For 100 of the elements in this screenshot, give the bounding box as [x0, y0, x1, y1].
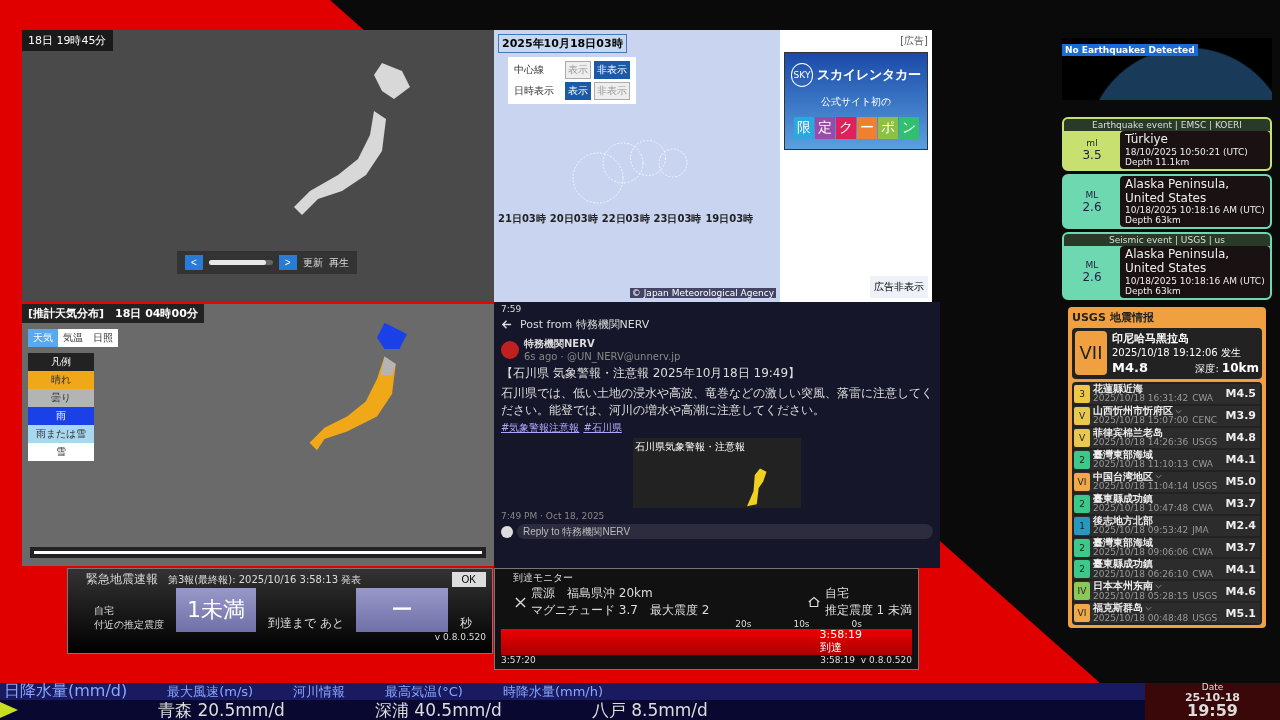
- map-time: 18日 19時45分: [22, 30, 113, 51]
- status-badge: No Earthquakes Detected: [1062, 44, 1198, 56]
- magnitude-scale: ML: [1085, 260, 1099, 271]
- quake-time: 2025/10/18 14:26:36: [1093, 438, 1189, 448]
- track-label: 22日03時: [601, 212, 650, 226]
- back-arrow-icon[interactable]: [501, 319, 512, 330]
- ok-button[interactable]: OK: [451, 572, 486, 587]
- reply-field[interactable]: Reply to 特務機関NERV: [517, 524, 933, 540]
- quake-magnitude: M3.9: [1225, 409, 1257, 423]
- intensity-badge: 3: [1074, 384, 1090, 403]
- magnitude-value: 2.6: [1082, 199, 1102, 214]
- quake-magnitude: M4.6: [1225, 584, 1257, 598]
- intensity-badge: VI: [1074, 472, 1090, 491]
- arrival-label: 到達まで あと: [268, 615, 344, 632]
- report-info: 第3報(最終報): 2025/10/16 3:58:13 発表: [168, 572, 362, 587]
- control-label: 日時表示: [514, 84, 555, 98]
- avatar-icon: [501, 340, 519, 359]
- home-intensity: 推定震度 1 未満: [824, 602, 912, 619]
- coupon-character: ポ: [877, 117, 898, 139]
- map-title: [推計天気分布] 18日 04時00分: [22, 304, 204, 323]
- quake-place: 臺灣東部海域: [1093, 449, 1153, 461]
- quake-place: 花蓮縣近海: [1093, 384, 1143, 395]
- hide-ad-button[interactable]: 広告非表示: [870, 276, 928, 298]
- coupon-character: 限: [793, 117, 814, 139]
- play-button[interactable]: 再生: [328, 255, 349, 270]
- ad-tagline: 公式サイト初の: [821, 95, 891, 109]
- quake-time: 2025/10/18 06:26:10: [1093, 570, 1189, 580]
- ticker-category: 最大風速(m/s): [167, 683, 254, 700]
- quake-place: 後志地方北部: [1093, 515, 1153, 527]
- map-tab[interactable]: 気温: [58, 329, 88, 347]
- event-source: Seismic event | USGS | us: [1064, 234, 1270, 247]
- panel-title: 緊急地震速報: [86, 571, 158, 588]
- quake-place: 日本本州东南: [1093, 581, 1153, 592]
- quake-magnitude: M4.8: [1225, 431, 1257, 445]
- chevron-icon[interactable]: [1175, 408, 1182, 414]
- event-place: Alaska Peninsula, United States: [1125, 177, 1231, 206]
- quake-magnitude: M4.8: [1112, 360, 1149, 375]
- quake-magnitude: M4.1: [1225, 562, 1257, 576]
- tick-label: 10s: [793, 619, 810, 629]
- time-slider[interactable]: [30, 547, 486, 558]
- quake-time: 2025/10/18 15:07:00: [1093, 416, 1189, 426]
- intensity-label: 付近の推定震度: [94, 618, 164, 632]
- event-card[interactable]: ML 2.6 Alaska Peninsula, United States 10/18/2025 10:18:16 AM (UTC) Depth 63km: [1062, 173, 1272, 230]
- refresh-button[interactable]: 更新: [302, 255, 323, 270]
- ticker-item: 青森 20.5mm/d: [158, 700, 285, 720]
- home-label: 自宅: [824, 585, 850, 602]
- quake-place: 臺灣東部海域: [1093, 537, 1153, 549]
- ticker-category: 日降水量(mm/d): [4, 683, 128, 700]
- quake-place: 中国台湾地区: [1093, 471, 1153, 483]
- ticker-category: 時降水量(mm/h): [502, 683, 603, 700]
- map-date: 2025年10月18日03時: [498, 34, 627, 53]
- hashtag-link[interactable]: #気象警報注意報: [501, 421, 580, 436]
- intensity-badge: VI: [1074, 604, 1090, 623]
- post-headline: 【石川県 気象警報・注意報 2025年10月18日 19:49】: [501, 365, 802, 382]
- quake-source: USGS: [1192, 482, 1218, 492]
- end-time: 3:58:19: [820, 655, 855, 665]
- chevron-icon[interactable]: [1145, 606, 1152, 612]
- quake-time: 2025/10/18 09:53:42: [1093, 526, 1189, 536]
- depth-label: 深度:: [1195, 362, 1219, 376]
- chevron-icon[interactable]: [1155, 584, 1162, 590]
- ticker-item: 深浦 40.5mm/d: [374, 700, 502, 720]
- image-title: 石川県気象警報・注意報: [634, 440, 746, 455]
- previous-button[interactable]: <: [185, 255, 203, 270]
- quake-time: 2025/10/18 11:10:13: [1093, 460, 1189, 470]
- cross-icon: [515, 596, 526, 608]
- toggle-button[interactable]: 表示: [565, 82, 591, 100]
- ad-banner[interactable]: SKY スカイレンタカー 公式サイト初の 限 定 ク ー ポ ン: [784, 52, 928, 150]
- quake-source: USGS: [1192, 438, 1218, 448]
- magnitude-value: 3.5: [1082, 147, 1102, 162]
- event-card[interactable]: Seismic event | USGS | us ML 2.6 Alaska Peninsula, United States 10/18/2025 10:18:16 AM (UTC) Depth 63km: [1062, 232, 1272, 300]
- date-label: Date: [1201, 683, 1224, 692]
- quake-source: CWA: [1192, 548, 1213, 558]
- quake-source: CWA: [1192, 394, 1213, 404]
- quake-source: USGS: [1192, 591, 1218, 602]
- chevron-icon[interactable]: [1155, 474, 1162, 480]
- map-tab[interactable]: 日照: [88, 329, 118, 347]
- quake-place: 臺東縣成功鎮: [1093, 559, 1153, 570]
- quake-time: 2025/10/18 10:47:48: [1093, 504, 1189, 514]
- toggle-button[interactable]: 非表示: [594, 61, 630, 79]
- quake-time: 2025/10/18 05:28:15: [1093, 591, 1189, 602]
- event-card[interactable]: Earthquake event | EMSC | KOERI ml 3.5 Türkiye 18/10/2025 10:50:21 (UTC) Depth 11.1km: [1062, 117, 1272, 171]
- coupon-character: 定: [814, 117, 835, 139]
- version-label: v 0.8.0.520: [434, 632, 486, 642]
- quake-magnitude: M3.7: [1225, 541, 1257, 554]
- quake-magnitude: M4.1: [1225, 453, 1257, 467]
- track-label: 23日03時: [653, 212, 702, 226]
- quake-magnitude: M5.1: [1225, 606, 1257, 620]
- epicenter-info: 震源 福島県沖 20km: [531, 585, 654, 602]
- intensity-badge: 2: [1074, 450, 1090, 469]
- next-button[interactable]: >: [278, 255, 297, 270]
- clock-time: 19:59: [1187, 703, 1238, 719]
- intensity-badge: IV: [1074, 582, 1090, 601]
- house-icon: [807, 596, 820, 608]
- post-meta: 6s ago · @UN_NERV@unnerv.jp: [524, 351, 681, 362]
- quake-source: JMA: [1192, 526, 1209, 536]
- tick-label: 0s: [851, 619, 862, 629]
- hashtag-link[interactable]: #石川県: [583, 421, 622, 436]
- quake-place: 臺東縣成功鎮: [1093, 493, 1153, 505]
- track-label: 19日03時: [705, 212, 754, 226]
- quake-magnitude: M3.7: [1225, 497, 1257, 511]
